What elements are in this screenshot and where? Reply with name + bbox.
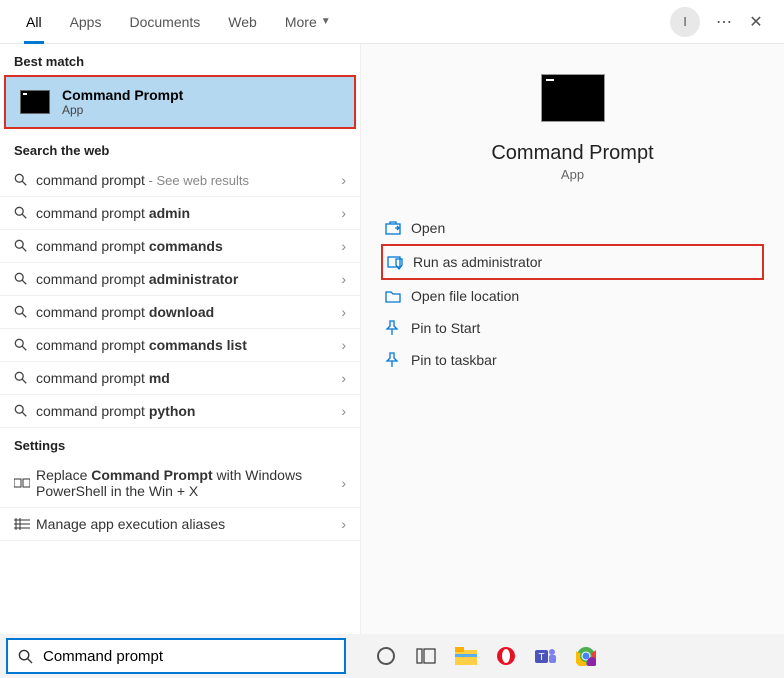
chevron-right-icon: ›	[341, 238, 346, 254]
search-icon	[14, 239, 36, 253]
section-best-match: Best match	[0, 44, 360, 75]
chevron-right-icon: ›	[341, 271, 346, 287]
best-match-title: Command Prompt	[62, 87, 183, 103]
best-match-result[interactable]: Command Prompt App	[4, 75, 356, 129]
preview-actions: Open Run as administrator Open file locati…	[361, 212, 784, 376]
web-result[interactable]: command prompt commands›	[0, 230, 360, 263]
chevron-right-icon: ›	[341, 337, 346, 353]
content-area: Best match Command Prompt App Search the…	[0, 44, 784, 678]
web-result-text: command prompt administrator	[36, 271, 341, 287]
preview-panel: Command Prompt App Open Run as administra…	[360, 44, 784, 678]
action-label: Open	[411, 220, 445, 236]
web-result-text: command prompt download	[36, 304, 341, 320]
admin-icon	[387, 254, 413, 270]
preview-title: Command Prompt	[491, 142, 653, 165]
web-result[interactable]: command prompt administrator›	[0, 263, 360, 296]
web-result-text: command prompt python	[36, 403, 341, 419]
command-prompt-icon	[20, 90, 50, 114]
settings-item[interactable]: Replace Command Prompt with Windows Powe…	[0, 459, 360, 508]
settings-item-icon	[14, 477, 36, 489]
action-label: Pin to taskbar	[411, 352, 497, 368]
settings-item-icon	[14, 518, 36, 530]
web-result-text: command prompt commands list	[36, 337, 341, 353]
search-icon	[14, 272, 36, 286]
chevron-right-icon: ›	[341, 475, 346, 491]
command-prompt-icon	[541, 74, 605, 122]
search-box[interactable]	[6, 638, 346, 674]
folder-icon	[385, 289, 411, 303]
cortana-icon[interactable]	[366, 636, 406, 676]
action-open[interactable]: Open	[381, 212, 764, 244]
opera-icon[interactable]	[486, 636, 526, 676]
results-panel: Best match Command Prompt App Search the…	[0, 44, 360, 678]
web-result-text: command prompt commands	[36, 238, 341, 254]
file-explorer-icon[interactable]	[446, 636, 486, 676]
chevron-right-icon: ›	[341, 205, 346, 221]
start-search-window: All Apps Documents Web More▼ I ⋯ ✕ Best …	[0, 0, 784, 678]
web-result[interactable]: command prompt admin›	[0, 197, 360, 230]
search-input[interactable]	[43, 648, 334, 665]
web-result[interactable]: command prompt commands list›	[0, 329, 360, 362]
more-options-button[interactable]: ⋯	[708, 12, 740, 32]
chevron-right-icon: ›	[341, 172, 346, 188]
web-result[interactable]: command prompt md›	[0, 362, 360, 395]
chevron-right-icon: ›	[341, 304, 346, 320]
search-icon	[14, 173, 36, 187]
tab-apps[interactable]: Apps	[56, 0, 116, 44]
web-result-text: command prompt - See web results	[36, 172, 341, 188]
chevron-right-icon: ›	[341, 516, 346, 532]
settings-item-text: Manage app execution aliases	[36, 516, 341, 532]
pin-task-icon	[385, 352, 411, 368]
pin-start-icon	[385, 320, 411, 336]
preview-subtitle: App	[561, 167, 584, 182]
search-icon	[14, 338, 36, 352]
search-icon	[14, 371, 36, 385]
taskview-icon[interactable]	[406, 636, 446, 676]
section-settings: Settings	[0, 428, 360, 459]
best-match-subtitle: App	[62, 103, 183, 117]
tab-web[interactable]: Web	[214, 0, 271, 44]
chrome-icon[interactable]	[566, 636, 606, 676]
action-pin-task[interactable]: Pin to taskbar	[381, 344, 764, 376]
settings-item-text: Replace Command Prompt with Windows Powe…	[36, 467, 341, 499]
close-button[interactable]: ✕	[740, 12, 772, 32]
action-label: Run as administrator	[413, 254, 542, 270]
web-result[interactable]: command prompt - See web results›	[0, 164, 360, 197]
taskbar: T	[0, 634, 784, 678]
search-icon	[14, 305, 36, 319]
search-icon	[14, 404, 36, 418]
chevron-right-icon: ›	[341, 403, 346, 419]
tab-all[interactable]: All	[12, 0, 56, 44]
web-result[interactable]: command prompt python›	[0, 395, 360, 428]
settings-item[interactable]: Manage app execution aliases›	[0, 508, 360, 541]
web-result-text: command prompt md	[36, 370, 341, 386]
chevron-right-icon: ›	[341, 370, 346, 386]
action-pin-start[interactable]: Pin to Start	[381, 312, 764, 344]
action-label: Open file location	[411, 288, 519, 304]
tab-more[interactable]: More▼	[271, 0, 345, 44]
web-result-text: command prompt admin	[36, 205, 341, 221]
search-icon	[18, 649, 33, 664]
chevron-down-icon: ▼	[321, 16, 331, 27]
section-search-web: Search the web	[0, 133, 360, 164]
user-avatar[interactable]: I	[670, 7, 700, 37]
action-admin[interactable]: Run as administrator	[381, 244, 764, 280]
action-label: Pin to Start	[411, 320, 480, 336]
top-tabs: All Apps Documents Web More▼ I ⋯ ✕	[0, 0, 784, 44]
tab-documents[interactable]: Documents	[115, 0, 214, 44]
teams-icon[interactable]: T	[526, 636, 566, 676]
open-icon	[385, 221, 411, 235]
web-result[interactable]: command prompt download›	[0, 296, 360, 329]
action-folder[interactable]: Open file location	[381, 280, 764, 312]
svg-text:T: T	[538, 652, 544, 663]
search-icon	[14, 206, 36, 220]
